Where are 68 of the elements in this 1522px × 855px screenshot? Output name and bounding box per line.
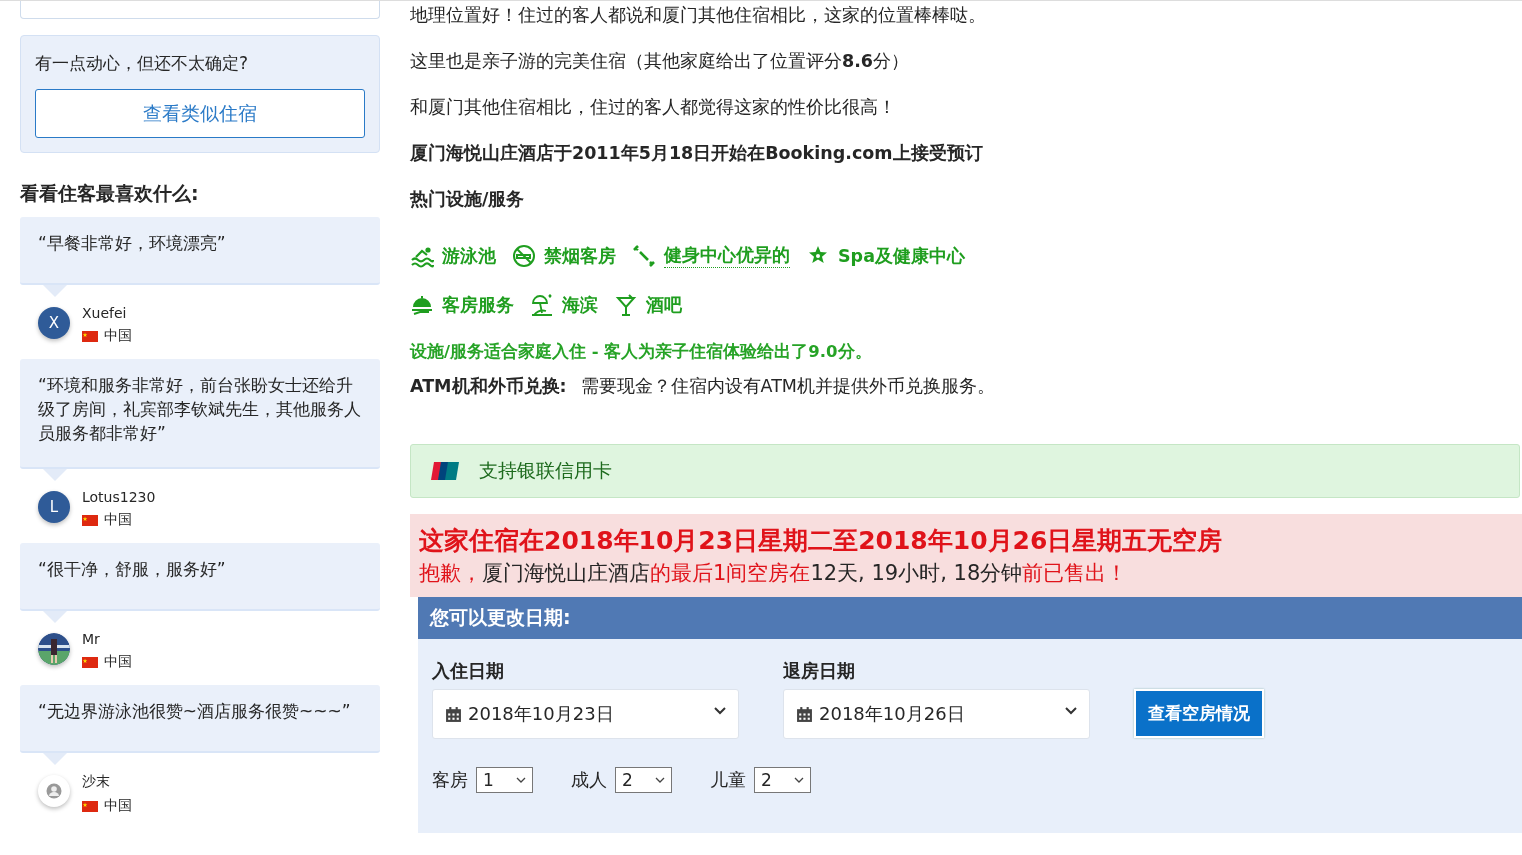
- reviewer-country: 中国: [104, 327, 132, 345]
- avatar: L: [38, 491, 70, 523]
- select-label: 成人: [571, 768, 607, 792]
- description-text: 和厦门其他住宿相比，住过的客人都觉得这家的性价比很高！: [410, 96, 897, 119]
- facility-label: Spa及健康中心: [838, 244, 965, 268]
- reviewer-country: 中国: [104, 797, 132, 815]
- count-select[interactable]: 2: [754, 767, 811, 793]
- panel-title: 您可以更改日期:: [418, 597, 1522, 639]
- review-quote: “环境和服务非常好，前台张盼女士还给升级了房间，礼宾部李钦斌先生，其他服务人员服务都非常好”: [20, 359, 380, 469]
- card-logo-icon: [431, 462, 459, 480]
- chevron-down-icon: [794, 777, 804, 783]
- flag-icon: [82, 330, 98, 342]
- facility-label: 酒吧: [646, 293, 682, 317]
- flag-icon: [82, 514, 98, 526]
- reviewer-name: Lotus1230: [82, 489, 156, 505]
- bubble-pointer: [43, 469, 67, 481]
- nosmoking-icon: [512, 243, 536, 268]
- select-label: 客房: [432, 768, 468, 792]
- facility-label: 禁烟客房: [544, 244, 616, 268]
- check-availability-button[interactable]: 查看空房情况: [1134, 689, 1264, 738]
- reviews-heading: 看看住客最喜欢什么:: [20, 181, 200, 206]
- review-quote: “无边界游泳池很赞~酒店服务很赞~~~”: [20, 685, 380, 753]
- count-select[interactable]: 1: [476, 767, 533, 793]
- reviewer-country: 中国: [104, 511, 132, 529]
- avatar: X: [38, 307, 70, 339]
- chevron-down-icon: [655, 777, 665, 783]
- alert-title: 这家住宿在2018年10月23日星期二至2018年10月26日星期五无空房: [419, 525, 1224, 557]
- chevron-down-icon: [1065, 707, 1077, 715]
- date-label: 入住日期: [432, 659, 505, 683]
- description-text: 这里也是亲子游的完美住宿（其他家庭给出了位置评分8.6分）: [410, 50, 910, 73]
- reviewer-name: Xuefei: [82, 305, 128, 321]
- atm-text: 需要现金？住宿内设有ATM机并提供外币兑换服务。: [580, 375, 995, 398]
- beach-icon: [530, 292, 554, 317]
- facility-label: 客房服务: [442, 293, 514, 317]
- date-dropdown[interactable]: 2018年10月26日: [783, 689, 1090, 739]
- calendar-icon: [445, 705, 462, 723]
- reviewer-name: 沙末: [82, 773, 111, 791]
- reviewer-country: 中国: [104, 653, 132, 671]
- bubble-pointer: [43, 285, 67, 297]
- card-notice-text: 支持银联信用卡: [479, 458, 612, 483]
- flag-icon: [82, 656, 98, 668]
- prompt-text: 有一点动心，但还不太确定?: [35, 52, 250, 75]
- alert-text: 抱歉，厦门海悦山庄酒店的最后1间空房在12天, 19小时, 18分钟前已售出！: [419, 560, 1129, 587]
- user-icon: [46, 783, 62, 799]
- atm-label: ATM机和外币兑换:: [410, 375, 567, 398]
- calendar-icon: [796, 705, 813, 723]
- facility-label: 海滨: [562, 293, 598, 317]
- select-label: 儿童: [710, 768, 746, 792]
- bar-icon: [614, 292, 638, 317]
- fitness-icon: [632, 243, 656, 268]
- family-note: 设施/服务适合家庭入住 - 客人为亲子住宿体验给出了9.0分。: [410, 340, 873, 363]
- since-text: 厦门海悦山庄酒店于2011年5月18日开始在Booking.com上接受预订: [410, 142, 984, 165]
- chevron-down-icon: [714, 707, 726, 715]
- description-text: 地理位置好！住过的客人都说和厦门其他住宿相比，这家的位置棒棒哒。: [410, 4, 987, 27]
- reviewer-name: Mr: [82, 631, 101, 647]
- facilities-heading: 热门设施/服务: [410, 188, 526, 211]
- review-quote: “早餐非常好，环境漂亮”: [20, 217, 380, 285]
- facility-label: 游泳池: [442, 244, 496, 268]
- flag-icon: [82, 800, 98, 812]
- bubble-pointer: [43, 611, 67, 623]
- facility-label: 健身中心优异的: [664, 243, 790, 268]
- date-label: 退房日期: [783, 659, 856, 683]
- count-select[interactable]: 2: [615, 767, 672, 793]
- chevron-down-icon: [516, 777, 526, 783]
- date-dropdown[interactable]: 2018年10月23日: [432, 689, 739, 739]
- review-quote: “很干净，舒服，服务好”: [20, 543, 380, 611]
- similar-stays-button[interactable]: 查看类似住宿: [35, 89, 365, 138]
- bubble-pointer: [43, 753, 67, 765]
